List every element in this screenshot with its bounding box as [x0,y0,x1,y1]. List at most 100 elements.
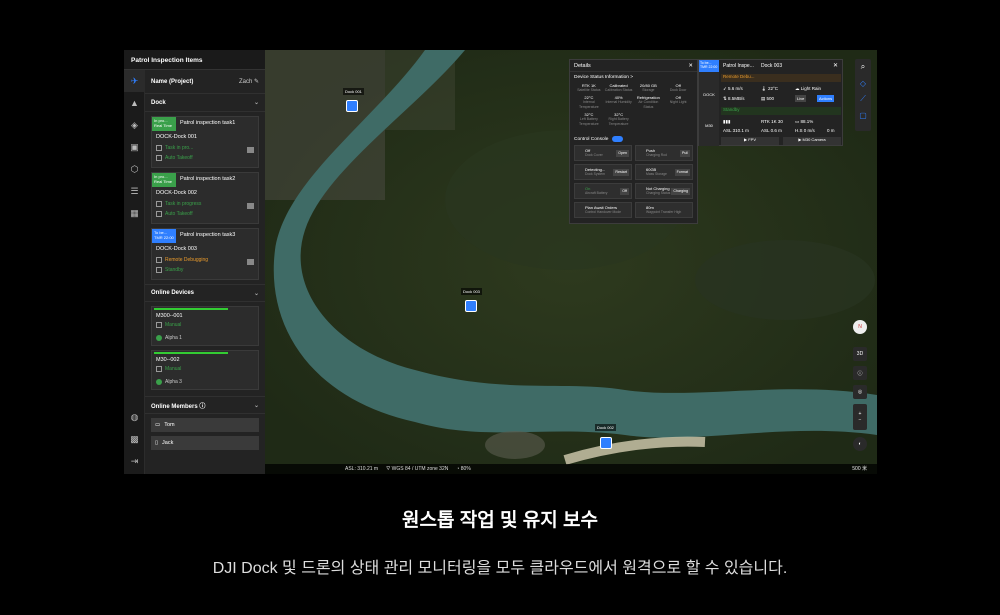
map-toolbar: ⌕ ◇ ⟋ ▢ [855,59,871,131]
routes-icon[interactable]: ✈ [124,70,145,92]
chevron-down-icon: ⌄ [253,402,259,409]
qr-icon[interactable]: ▩ [124,428,145,450]
dock-section-header[interactable]: Dock ⌄ [145,94,265,112]
line-icon[interactable]: ⟋ [855,91,871,107]
fpv-button[interactable]: ▶ FPV [721,137,779,145]
camera-button[interactable]: ▶ M30 Camera [783,137,841,145]
control-item: Plan Await Orders Control Handover Mode [574,202,632,218]
console-toggle[interactable] [612,136,624,142]
control-item: 60GB Mass Storage Format [635,164,693,180]
media-icon[interactable]: ▣ [124,136,145,158]
close-icon[interactable]: ✕ [833,62,838,69]
control-item: 80m Waypoint Transfer High [635,202,693,218]
battery-readout: ◔ 80% [456,466,471,472]
task-status-badge: In pro... Real Time [152,173,176,187]
model-icon[interactable]: ⬡ [124,158,145,180]
compass-icon[interactable]: N [853,320,867,334]
basemap-icon[interactable]: ◐ [853,437,867,451]
status-item: Off Dock Door [669,83,687,92]
task-card[interactable]: To be... TMR 22:00 Patrol inspection task… [151,228,259,280]
calendar-icon[interactable]: ▦ [124,202,145,224]
control-button[interactable]: Format [674,169,690,176]
task-card[interactable]: In pro... Real Time Patrol inspection tas… [151,116,259,168]
control-button[interactable]: Charging [671,188,690,195]
task-status-badge: In pro... Real Time [152,117,176,131]
device-card[interactable]: M300--001 Manual Alpha 1 [151,306,259,346]
pin-icon[interactable]: ◇ [855,75,871,91]
member-item[interactable]: ▯ Jack [151,436,259,450]
scale-bar: 500 米 [852,466,867,472]
control-item: Off Dock Cover Open [574,145,632,161]
dock-marker[interactable] [346,100,358,112]
page-subcaption: DJI Dock 및 드론의 상태 관리 모니터링을 모두 클라우드에서 원격으… [212,560,788,577]
dock-marker[interactable] [600,437,612,449]
image-icon [156,201,162,207]
status-item: Off Night Light [669,95,687,104]
3d-toggle[interactable]: 3D [853,347,867,361]
project-label: Name (Project) [151,78,194,85]
actions-button[interactable]: Actions [817,95,835,102]
zoom-control[interactable]: + − [853,404,867,430]
stream-icon[interactable] [247,259,254,265]
device-status-link[interactable]: Device Status Information > [570,72,697,83]
icon-sidebar: ✈ ▲ ◈ ▣ ⬡ ☰ ▦ ◍ ▩ ⇥ [124,70,145,474]
settings-icon[interactable]: ☰ [124,180,145,202]
member-item[interactable]: ▭ Tom [151,418,259,432]
dock-label: Dock 001 [343,88,364,95]
control-button[interactable]: Pull [680,150,690,157]
online-devices-header[interactable]: Online Devices ⌄ [145,284,265,302]
control-button[interactable]: Restart [613,169,629,176]
chevron-down-icon: ⌄ [253,290,259,297]
stream-icon[interactable] [247,147,254,153]
left-panel: Name (Project) Zach ✎ Dock ⌄ In pro... Re… [145,70,265,474]
online-members-title: Online Members ⓘ [151,403,206,410]
dock-label: Dock 002 [595,424,616,431]
control-grid: Off Dock Cover Open Push Charging Rod Pull Det… [570,145,697,218]
details-title: Details [574,63,591,69]
phone-icon: ▯ [155,440,159,446]
asl-readout: ASL: 310.21 m [345,466,379,472]
battery-readout: ▭ 88.1% [795,119,814,124]
stream-icon[interactable] [247,203,254,209]
map-icon[interactable]: ▲ [124,92,145,114]
logout-icon[interactable]: ⇥ [124,450,145,472]
page-caption: 원스톱 작업 및 유지 보수 [402,510,598,531]
net-readout: ⇅ 8.5MB/s [723,96,745,101]
dock-name: Dock 003 [761,63,783,69]
status-item: RTK 1K Satellite Status [577,83,601,92]
control-button[interactable]: Off [620,188,629,195]
app-title: Patrol Inspection Items [124,50,265,70]
app-window: Patrol Inspection Items ✈ ▲ ◈ ▣ ⬡ ☰ ▦ ◍ … [124,50,877,474]
online-members-header[interactable]: Online Members ⓘ ⌄ [145,396,265,414]
device-pilot-row: Alpha 1 [156,335,182,341]
dock-status-sidebar: To be... TMR 22:00 DOCK M30 [699,60,719,146]
device-card[interactable]: M30--002 Manual Alpha 3 [151,350,259,390]
member-name: Tom [164,422,175,428]
dock-task-title: Patrol Inspe... [723,63,754,69]
globe-icon[interactable]: ◍ [124,406,145,428]
control-item: Detecting... Dock System Restart [574,164,632,180]
task-dock: DOCK-Dock 002 [156,190,197,196]
device-pilot-row: Alpha 3 [156,379,182,385]
signal-readout: ▮▮▮ [723,119,731,124]
status-grid: RTK 1K Satellite Status Calibrated Calibrat… [570,83,697,127]
dock-type-label: DOCK [703,92,715,97]
weather-readout: ☁ Light Rain [795,86,822,91]
distance-readout: 0 m [827,128,835,133]
dock-marker[interactable] [465,300,477,312]
locate-icon[interactable]: ◎ [853,385,867,399]
control-button[interactable]: Open [616,150,629,157]
area-icon[interactable]: ▢ [855,107,871,123]
wind-readout: ➶ 5.6 m/s [723,86,743,91]
dock-remote-status: Remote Debu... [721,74,841,82]
live-button[interactable]: Live [795,95,807,102]
close-icon[interactable]: ✕ [688,63,693,69]
control-item: On Aircraft Battery Off [574,183,632,199]
info-icon[interactable]: ⓘ [853,366,867,380]
layers-icon[interactable]: ◈ [124,114,145,136]
dock-badge: To be... TMR 22:00 [699,60,719,72]
task-card[interactable]: In pro... Real Time Patrol inspection tas… [151,172,259,224]
search-icon[interactable]: ⌕ [855,59,871,75]
status-item: Refrigeration Air Condition Status [636,95,660,109]
project-user[interactable]: Zach ✎ [239,78,259,85]
